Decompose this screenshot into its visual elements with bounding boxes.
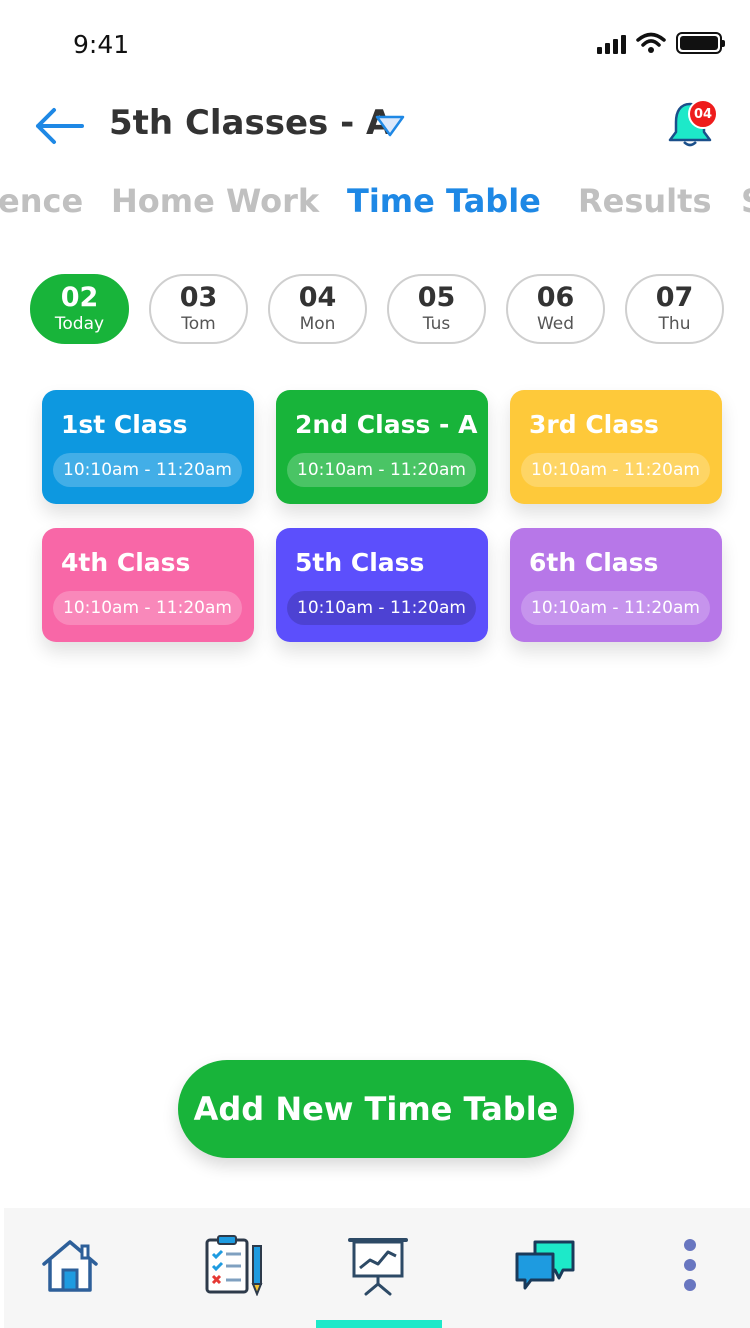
home-icon bbox=[42, 1240, 98, 1292]
class-card-time: 10:10am - 11:20am bbox=[521, 591, 710, 625]
class-card-time: 10:10am - 11:20am bbox=[53, 453, 242, 487]
date-day: Today bbox=[54, 314, 105, 334]
class-card[interactable]: 3rd Class 10:10am - 11:20am bbox=[510, 390, 722, 504]
class-card[interactable]: 5th Class 10:10am - 11:20am bbox=[276, 528, 488, 642]
status-icons bbox=[597, 32, 725, 54]
date-number: 02 bbox=[60, 282, 99, 313]
presentation-chart-icon bbox=[348, 1238, 408, 1296]
wifi-icon bbox=[636, 32, 666, 53]
notification-badge: 04 bbox=[688, 99, 718, 129]
date-chip[interactable]: 06 Wed bbox=[506, 274, 605, 344]
date-selector: 02 Today 03 Tom 04 Mon 05 Tus 06 Wed 07 … bbox=[30, 274, 724, 344]
date-chip[interactable]: 03 Tom bbox=[149, 274, 248, 344]
battery-icon bbox=[676, 32, 725, 54]
nav-time-table[interactable] bbox=[338, 1230, 418, 1300]
date-number: 03 bbox=[179, 282, 218, 313]
clipboard-checklist-icon bbox=[205, 1235, 263, 1296]
tab-time-table[interactable]: Time Table bbox=[347, 182, 541, 220]
chat-bubbles-icon bbox=[515, 1240, 575, 1290]
date-number: 05 bbox=[417, 282, 456, 313]
date-number: 04 bbox=[298, 282, 337, 313]
dropdown-triangle-icon[interactable] bbox=[374, 114, 406, 138]
class-card-title: 6th Class bbox=[529, 548, 659, 577]
class-card-time: 10:10am - 11:20am bbox=[287, 453, 476, 487]
class-selector-title[interactable]: 5th Classes - A bbox=[109, 103, 392, 143]
cellular-signal-icon bbox=[597, 32, 626, 54]
date-number: 07 bbox=[655, 282, 694, 313]
date-number: 06 bbox=[536, 282, 575, 313]
bottom-navigation bbox=[4, 1208, 750, 1328]
class-card-title: 5th Class bbox=[295, 548, 425, 577]
nav-more[interactable] bbox=[650, 1230, 730, 1300]
section-tabs: ence Home Work Time Table Results S bbox=[0, 182, 750, 232]
class-card[interactable]: 1st Class 10:10am - 11:20am bbox=[42, 390, 254, 504]
date-day: Tus bbox=[422, 314, 451, 334]
class-card-title: 2nd Class - A bbox=[295, 410, 478, 439]
class-card-title: 4th Class bbox=[61, 548, 191, 577]
class-card-time: 10:10am - 11:20am bbox=[521, 453, 710, 487]
more-vertical-icon bbox=[684, 1239, 696, 1291]
tab-home-work[interactable]: Home Work bbox=[111, 182, 319, 220]
class-card-time: 10:10am - 11:20am bbox=[53, 591, 242, 625]
nav-messages[interactable] bbox=[506, 1230, 586, 1300]
back-arrow-icon[interactable] bbox=[32, 104, 88, 148]
date-chip[interactable]: 07 Thu bbox=[625, 274, 724, 344]
tab-next-partial[interactable]: S bbox=[741, 182, 750, 220]
class-card[interactable]: 6th Class 10:10am - 11:20am bbox=[510, 528, 722, 642]
class-card-time: 10:10am - 11:20am bbox=[287, 591, 476, 625]
date-day: Wed bbox=[536, 314, 575, 334]
nav-homework[interactable] bbox=[194, 1230, 274, 1300]
date-day: Tom bbox=[181, 314, 216, 334]
date-chip[interactable]: 04 Mon bbox=[268, 274, 367, 344]
date-day: Mon bbox=[299, 314, 336, 334]
class-card-title: 1st Class bbox=[61, 410, 188, 439]
tab-results[interactable]: Results bbox=[578, 182, 711, 220]
nav-home[interactable] bbox=[30, 1230, 110, 1300]
date-chip-today[interactable]: 02 Today bbox=[30, 274, 129, 344]
class-card[interactable]: 4th Class 10:10am - 11:20am bbox=[42, 528, 254, 642]
class-card-grid: 1st Class 10:10am - 11:20am 2nd Class - … bbox=[42, 390, 722, 642]
add-new-time-table-button[interactable]: Add New Time Table bbox=[178, 1060, 574, 1158]
active-nav-indicator bbox=[316, 1320, 442, 1328]
date-chip[interactable]: 05 Tus bbox=[387, 274, 486, 344]
tab-attendence[interactable]: ence bbox=[0, 182, 83, 220]
date-day: Thu bbox=[658, 314, 691, 334]
class-card-title: 3rd Class bbox=[529, 410, 659, 439]
status-time: 9:41 bbox=[73, 30, 130, 59]
class-card[interactable]: 2nd Class - A 10:10am - 11:20am bbox=[276, 390, 488, 504]
